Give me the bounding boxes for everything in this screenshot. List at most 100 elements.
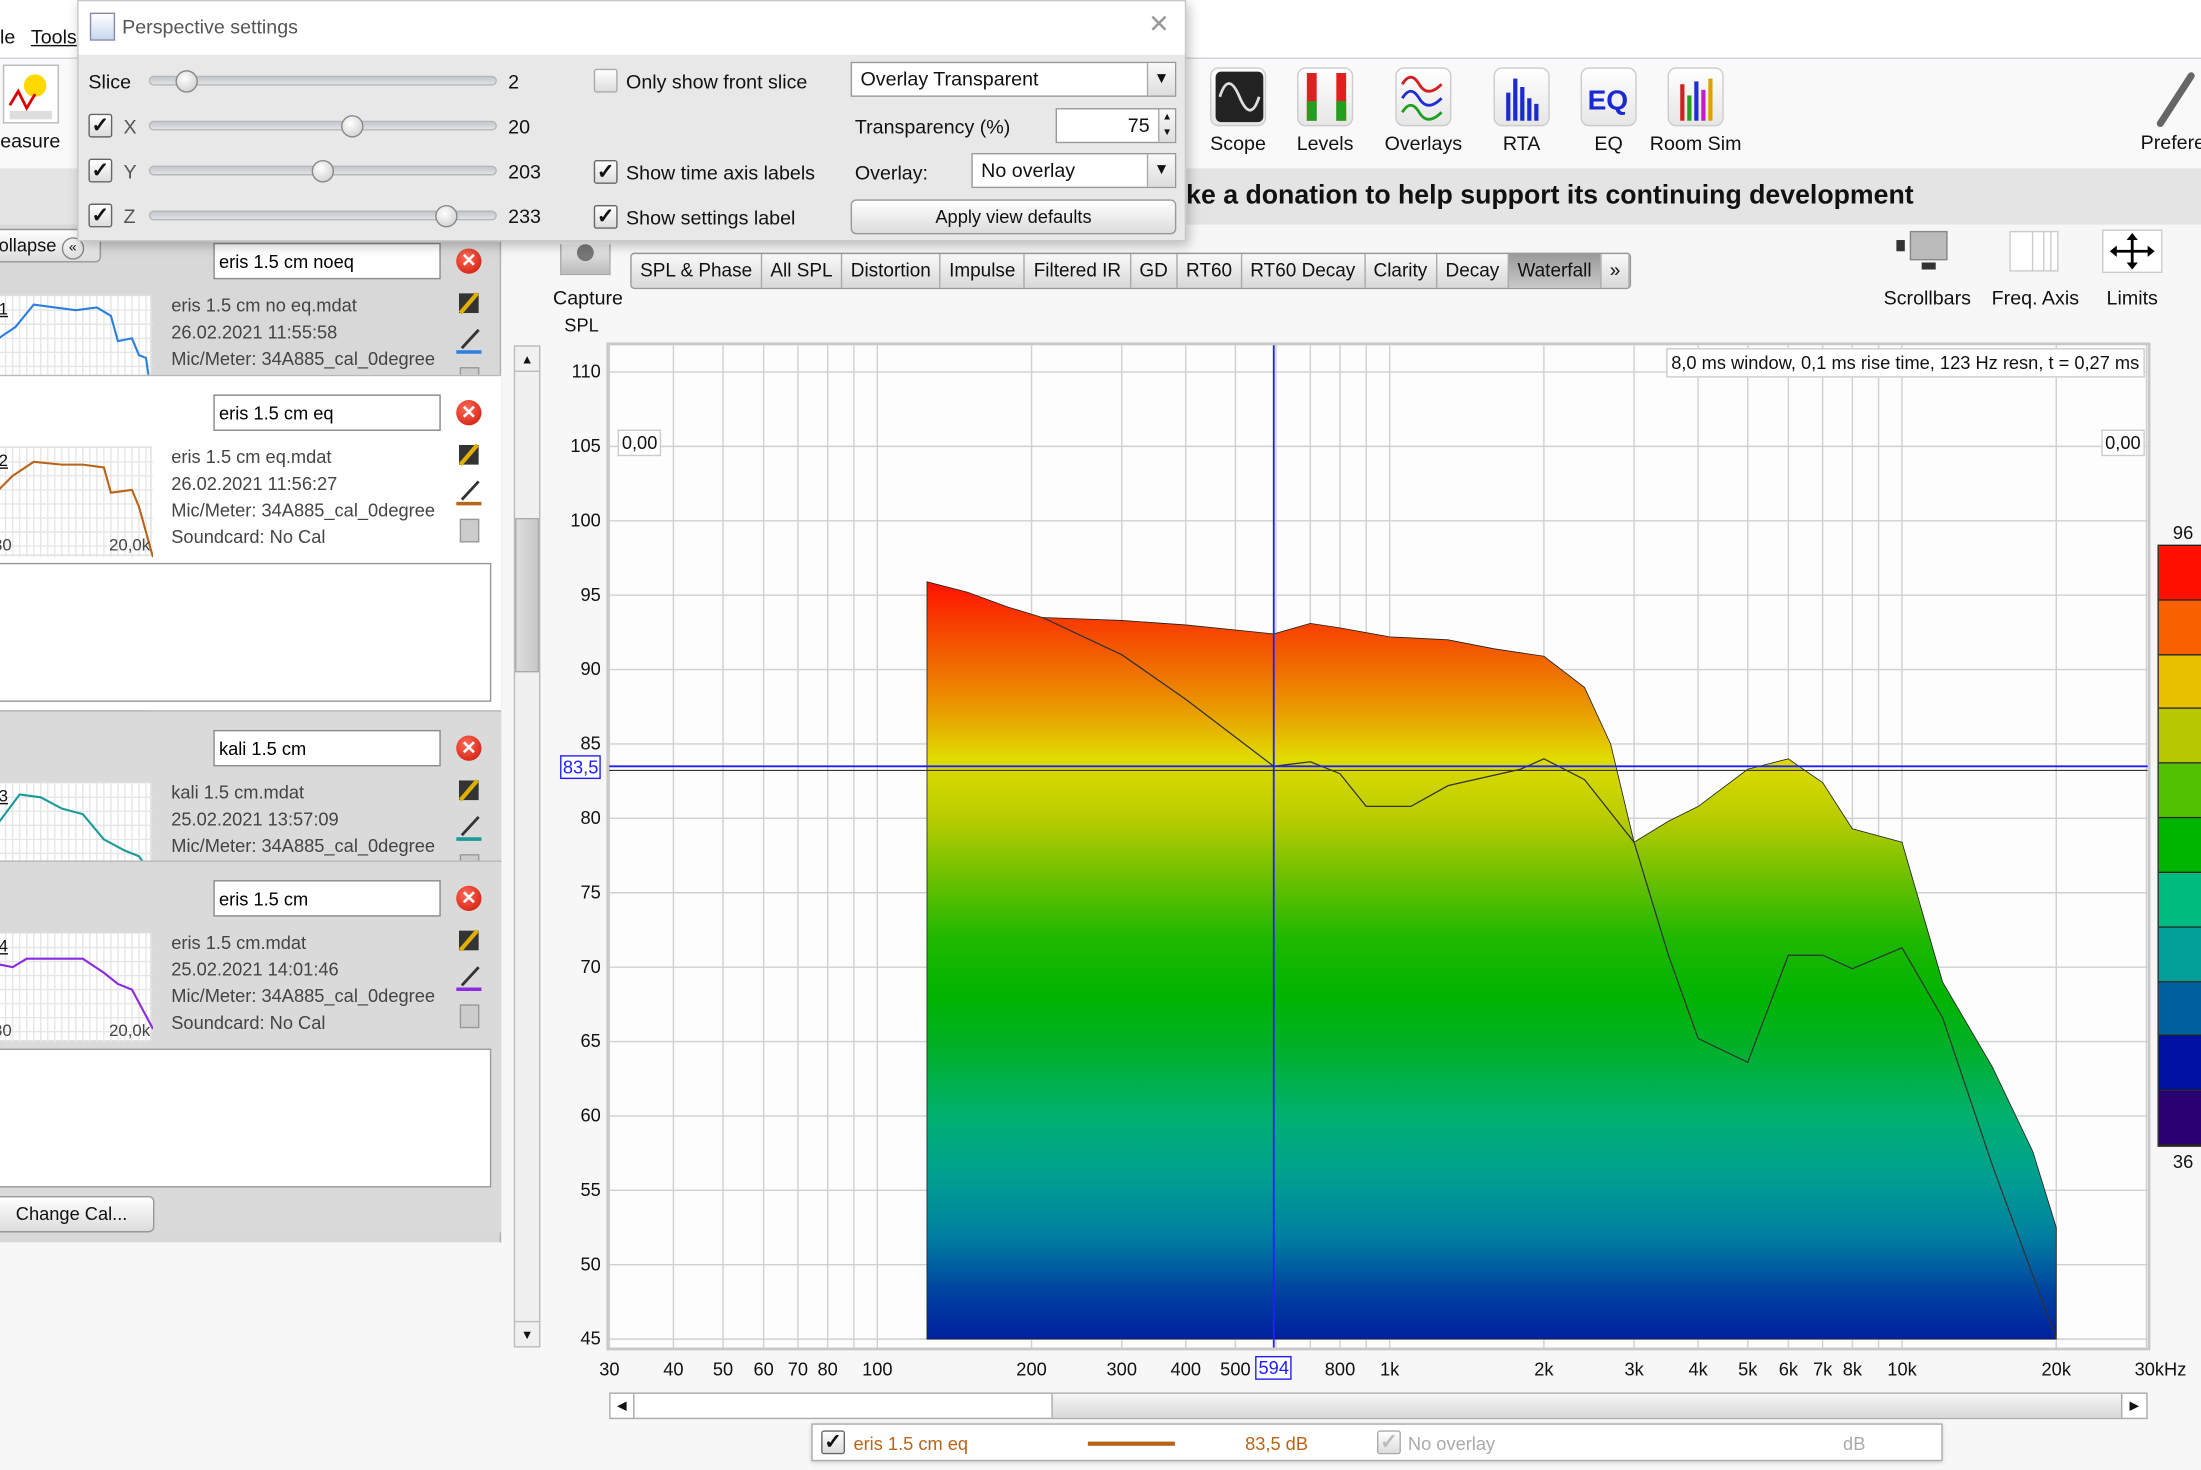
y-value: 203 [508,160,541,183]
colorbar-band [2158,763,2201,819]
pen-icon[interactable] [456,480,482,507]
capture-button[interactable]: Capture [553,239,623,309]
levels-icon [1297,67,1354,127]
scroll-right-arrow[interactable]: ▶ [2120,1393,2146,1418]
y-axis-checkbox[interactable]: ✓ [88,158,113,183]
remove-measurement-button[interactable]: ✕ [456,400,482,426]
y-tick-label: 55 [580,1179,601,1201]
pen-icon[interactable] [456,328,482,355]
z-axis-checkbox[interactable]: ✓ [88,203,113,228]
measurement-thumbnail[interactable]: 4 30 20,0k [0,932,154,1043]
x-slider-handle[interactable] [340,115,364,138]
colorbar-band [2158,818,2201,873]
tab-filtered-ir[interactable]: Filtered IR [1025,254,1131,288]
scroll-down-arrow[interactable]: ▼ [515,1320,540,1346]
tab-decay[interactable]: Decay [1437,254,1510,288]
overlay-checkbox[interactable]: ✓ [1377,1430,1401,1455]
controls-icon [2169,229,2201,278]
only-front-slice-checkbox[interactable] [593,68,618,93]
panel-vertical-scrollbar[interactable]: ▲ ▼ [513,345,541,1348]
wrench-icon [2156,72,2195,128]
measurement-entry[interactable]: ✕13020,0keris 1.5 cm no eq.mdat26.02.202… [0,225,501,406]
tab-distortion[interactable]: Distortion [842,254,941,288]
slice-slider-handle[interactable] [174,70,198,93]
menu-tools[interactable]: Tools [31,25,77,47]
dialog-close-button[interactable]: ✕ [1148,10,1169,39]
menu-file[interactable]: le [0,25,15,47]
colorbar-band [2158,981,2201,1037]
measurement-name-input[interactable] [213,880,441,917]
tab-rt60[interactable]: RT60 [1178,254,1242,288]
save-icon[interactable] [456,291,481,316]
measurement-file: eris 1.5 cm no eq.mdat [171,294,357,316]
chevron-down-icon: ▼ [1146,154,1175,187]
room-sim-button[interactable]: Room Sim [1647,67,1745,154]
apply-view-defaults-button[interactable]: Apply view defaults [850,199,1177,235]
measurement-entry[interactable]: ✕ 2 30 20,0k eris 1.5 cm eq.mdat 26.02.2021 1… [0,374,502,747]
tab--[interactable]: » [1601,254,1631,288]
z-slider-handle[interactable] [435,204,458,228]
transparency-spinner[interactable]: 75 ▲ ▼ [1055,108,1177,144]
measurement-name-input[interactable] [213,242,441,280]
eq-button[interactable]: EQ EQ [1560,67,1658,154]
notes-icon[interactable] [456,518,481,543]
tab-all-spl[interactable]: All SPL [762,254,843,288]
scrollbars-button[interactable]: Scrollbars [1878,229,1976,309]
tab-impulse[interactable]: Impulse [941,254,1026,288]
measurement-thumbnail[interactable]: 2 30 20,0k [0,446,154,558]
pen-icon[interactable] [456,966,482,992]
y-label: Y [123,160,137,183]
waterfall-chart[interactable]: 8,0 ms window, 0,1 ms rise time, 123 Hz … [606,342,2151,1351]
transparency-label: Transparency (%) [854,115,1011,138]
change-cal-button[interactable]: Change Cal... [0,1195,155,1233]
y-tick-label: 45 [580,1327,601,1349]
measurement-name-input[interactable] [213,729,441,767]
pen-icon[interactable] [456,816,482,842]
overlays-button[interactable]: Overlays [1374,67,1472,154]
measurement-notes[interactable] [0,1048,492,1188]
show-time-axis-labels-checkbox[interactable]: ✓ [593,160,618,184]
x-axis-checkbox[interactable]: ✓ [88,113,113,138]
save-icon[interactable] [456,928,481,953]
scope-button[interactable]: Scope [1189,67,1287,154]
tab-waterfall[interactable]: Waterfall [1509,254,1602,288]
mode-select[interactable]: Overlay Transparent ▼ [850,61,1177,97]
scroll-thumb[interactable] [1051,1393,2121,1418]
spinner-arrows-icon[interactable]: ▲ ▼ [1158,109,1175,142]
measurement-date: 26.02.2021 11:55:58 [171,321,338,343]
scroll-up-arrow[interactable]: ▲ [515,347,540,372]
scroll-thumb[interactable] [515,517,540,673]
measurement-entry[interactable]: ✕ 4 30 20,0k eris 1.5 cm.mdat 25.02.2021 14:0… [0,860,502,1233]
measurement-name-input[interactable] [213,394,441,431]
co-button[interactable]: Co [2169,229,2201,309]
rta-button[interactable]: RTA [1472,67,1570,154]
notes-icon[interactable] [456,1004,481,1029]
save-icon[interactable] [456,442,481,467]
tab-gd[interactable]: GD [1131,254,1178,288]
levels-button[interactable]: Levels [1276,67,1374,154]
y-tick-label: 50 [580,1253,601,1275]
tab-spl-phase[interactable]: SPL & Phase [632,254,762,288]
measure-button[interactable]: leasure [0,64,67,152]
tab-clarity[interactable]: Clarity [1365,254,1438,288]
overlay-select[interactable]: No overlay ▼ [971,153,1177,189]
measurement-notes[interactable] [0,562,492,702]
remove-measurement-button[interactable]: ✕ [456,735,482,761]
scroll-left-arrow[interactable]: ◀ [611,1393,635,1418]
remove-measurement-button[interactable]: ✕ [456,248,482,274]
slice-slider[interactable] [148,75,497,86]
preferences-button[interactable]: Prefere [2141,67,2201,153]
show-settings-label-checkbox[interactable]: ✓ [593,204,618,229]
save-icon[interactable] [456,778,481,803]
x-slider[interactable] [148,120,497,131]
show-time-axis-labels-label: Show time axis labels [626,161,816,184]
limits-button[interactable]: Limits [2083,229,2181,309]
freq-axis-button[interactable]: Freq. Axis [1986,229,2084,309]
legend-checkbox[interactable]: ✓ [821,1430,846,1455]
remove-measurement-button[interactable]: ✕ [456,885,482,912]
tab-rt60-decay[interactable]: RT60 Decay [1242,254,1366,288]
frequency-scrollbar[interactable]: ◀ ▶ [609,1392,2148,1420]
limits-icon [2083,229,2181,278]
y-slider-handle[interactable] [311,160,335,183]
measurement-entry[interactable]: ✕33020,0kkali 1.5 cm.mdat25.02.2021 13:5… [0,710,502,893]
